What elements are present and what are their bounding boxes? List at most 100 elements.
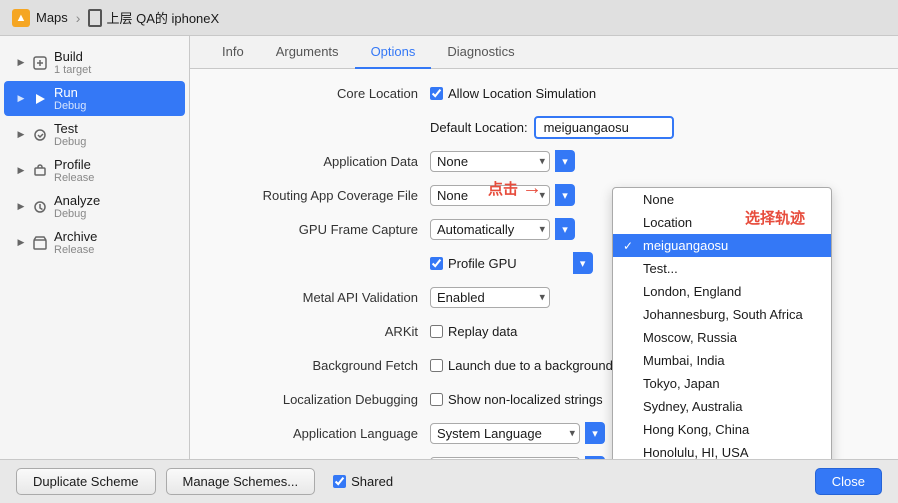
- gpu-capture-select[interactable]: Automatically: [430, 219, 550, 240]
- sidebar-item-test-sub: Debug: [54, 136, 86, 148]
- sidebar-item-analyze[interactable]: ▶ Analyze Debug: [4, 189, 185, 224]
- title-bar: ▲ Maps › 上层 QA的 iphoneX: [0, 0, 898, 36]
- manage-schemes-button[interactable]: Manage Schemes...: [166, 468, 316, 495]
- label-routing: Routing App Coverage File: [210, 188, 430, 203]
- dropdown-item-meiguangaosu[interactable]: ✓ meiguangaosu: [613, 234, 831, 257]
- check-meiguangaosu: ✓: [623, 239, 637, 253]
- sidebar-item-test-name: Test: [54, 121, 86, 136]
- sidebar-item-run-name: Run: [54, 85, 86, 100]
- sidebar-item-profile-sub: Release: [54, 172, 94, 184]
- profile-gpu-checkbox[interactable]: [430, 257, 443, 270]
- control-default-location: Default Location: meiguangaosu: [430, 116, 878, 139]
- profile-gpu-arrow[interactable]: ▾: [573, 252, 593, 274]
- sidebar-item-run[interactable]: ▶ Run Debug: [4, 81, 185, 116]
- profile-gpu-label[interactable]: Profile GPU: [430, 256, 517, 271]
- dropdown-item-test[interactable]: Test...: [613, 257, 831, 280]
- sidebar-item-profile[interactable]: ▶ Profile Release: [4, 153, 185, 188]
- form-area: Core Location Allow Location Simulation …: [190, 69, 898, 459]
- sidebar-item-test[interactable]: ▶ Test Debug: [4, 117, 185, 152]
- label-app-data: Application Data: [210, 154, 430, 169]
- dropdown-item-sydney[interactable]: Sydney, Australia: [613, 395, 831, 418]
- app-language-arrow[interactable]: ▾: [585, 422, 605, 444]
- tab-diagnostics[interactable]: Diagnostics: [431, 36, 530, 69]
- dropdown-label-mumbai: Mumbai, India: [643, 353, 725, 368]
- main-container: ▶ Build 1 target ▶ Run Debug ▶: [0, 36, 898, 459]
- build-icon: [32, 55, 48, 71]
- form-row-app-data: Application Data None ▾: [210, 149, 878, 173]
- bottom-bar: Duplicate Scheme Manage Schemes... Share…: [0, 459, 898, 503]
- routing-select[interactable]: None: [430, 185, 550, 206]
- tab-arguments[interactable]: Arguments: [260, 36, 355, 69]
- breadcrumb-separator: ›: [76, 10, 81, 26]
- run-icon: [32, 91, 48, 107]
- dropdown-item-none[interactable]: None: [613, 188, 831, 211]
- dropdown-item-moscow[interactable]: Moscow, Russia: [613, 326, 831, 349]
- dropdown-item-tokyo[interactable]: Tokyo, Japan: [613, 372, 831, 395]
- app-region-select[interactable]: System Region: [430, 457, 580, 460]
- dropdown-label-location: Location: [643, 215, 692, 230]
- label-bg-fetch: Background Fetch: [210, 358, 430, 373]
- analyze-icon: [32, 199, 48, 215]
- dropdown-item-johannesburg[interactable]: Johannesburg, South Africa: [613, 303, 831, 326]
- app-region-arrow[interactable]: ▾: [585, 456, 605, 459]
- profile-gpu-text: Profile GPU: [448, 256, 517, 271]
- dropdown-item-london[interactable]: London, England: [613, 280, 831, 303]
- dropdown-item-hongkong[interactable]: Hong Kong, China: [613, 418, 831, 441]
- sidebar-item-build-sub: 1 target: [54, 64, 91, 76]
- expand-icon-run: ▶: [16, 94, 26, 104]
- sidebar-item-archive[interactable]: ▶ Archive Release: [4, 225, 185, 260]
- shared-checkbox[interactable]: [333, 475, 346, 488]
- sidebar-item-build-name: Build: [54, 49, 91, 64]
- sidebar-item-analyze-sub: Debug: [54, 208, 100, 220]
- dropdown-label-meiguangaosu: meiguangaosu: [643, 238, 728, 253]
- test-icon: [32, 127, 48, 143]
- gpu-capture-arrow[interactable]: ▾: [555, 218, 575, 240]
- label-arkit: ARKit: [210, 324, 430, 339]
- app-region-wrapper: System Region: [430, 457, 580, 460]
- shared-label: Shared: [351, 474, 393, 489]
- expand-icon-profile: ▶: [16, 166, 26, 176]
- dropdown-label-test: Test...: [643, 261, 678, 276]
- arkit-label[interactable]: Replay data: [430, 324, 517, 339]
- allow-location-text: Allow Location Simulation: [448, 86, 596, 101]
- profile-icon: [32, 163, 48, 179]
- label-gpu-capture: GPU Frame Capture: [210, 222, 430, 237]
- close-button[interactable]: Close: [815, 468, 882, 495]
- expand-icon-analyze: ▶: [16, 202, 26, 212]
- device-icon: [88, 9, 102, 27]
- duplicate-scheme-button[interactable]: Duplicate Scheme: [16, 468, 156, 495]
- app-data-arrow[interactable]: ▾: [555, 150, 575, 172]
- allow-location-checkbox[interactable]: [430, 87, 443, 100]
- dropdown-item-location[interactable]: Location: [613, 211, 831, 234]
- app-data-select[interactable]: None: [430, 151, 550, 172]
- dropdown-item-honolulu[interactable]: Honolulu, HI, USA: [613, 441, 831, 459]
- shared-container: Shared: [333, 474, 393, 489]
- sidebar-item-build[interactable]: ▶ Build 1 target: [4, 45, 185, 80]
- dropdown-item-mumbai[interactable]: Mumbai, India: [613, 349, 831, 372]
- sidebar-item-archive-sub: Release: [54, 244, 97, 256]
- allow-location-label[interactable]: Allow Location Simulation: [430, 86, 596, 101]
- localization-label[interactable]: Show non-localized strings: [430, 392, 603, 407]
- localization-checkbox[interactable]: [430, 393, 443, 406]
- app-data-select-wrapper: None: [430, 151, 550, 172]
- routing-arrow[interactable]: ▾: [555, 184, 575, 206]
- arkit-checkbox[interactable]: [430, 325, 443, 338]
- default-location-field[interactable]: meiguangaosu: [534, 116, 674, 139]
- dropdown-label-london: London, England: [643, 284, 741, 299]
- dropdown-label-none: None: [643, 192, 674, 207]
- routing-select-wrapper: None: [430, 185, 550, 206]
- form-row-default-location: Default Location: meiguangaosu: [210, 115, 878, 139]
- app-name: Maps: [36, 10, 68, 25]
- tab-options[interactable]: Options: [355, 36, 432, 69]
- gpu-capture-wrapper: Automatically: [430, 219, 550, 240]
- archive-icon: [32, 235, 48, 251]
- label-app-language: Application Language: [210, 426, 430, 441]
- sidebar-item-run-sub: Debug: [54, 100, 86, 112]
- bg-fetch-checkbox[interactable]: [430, 359, 443, 372]
- app-icon: ▲: [12, 9, 30, 27]
- tab-info[interactable]: Info: [206, 36, 260, 69]
- metal-select[interactable]: Enabled: [430, 287, 550, 308]
- arkit-text: Replay data: [448, 324, 517, 339]
- label-localization: Localization Debugging: [210, 392, 430, 407]
- app-language-select[interactable]: System Language: [430, 423, 580, 444]
